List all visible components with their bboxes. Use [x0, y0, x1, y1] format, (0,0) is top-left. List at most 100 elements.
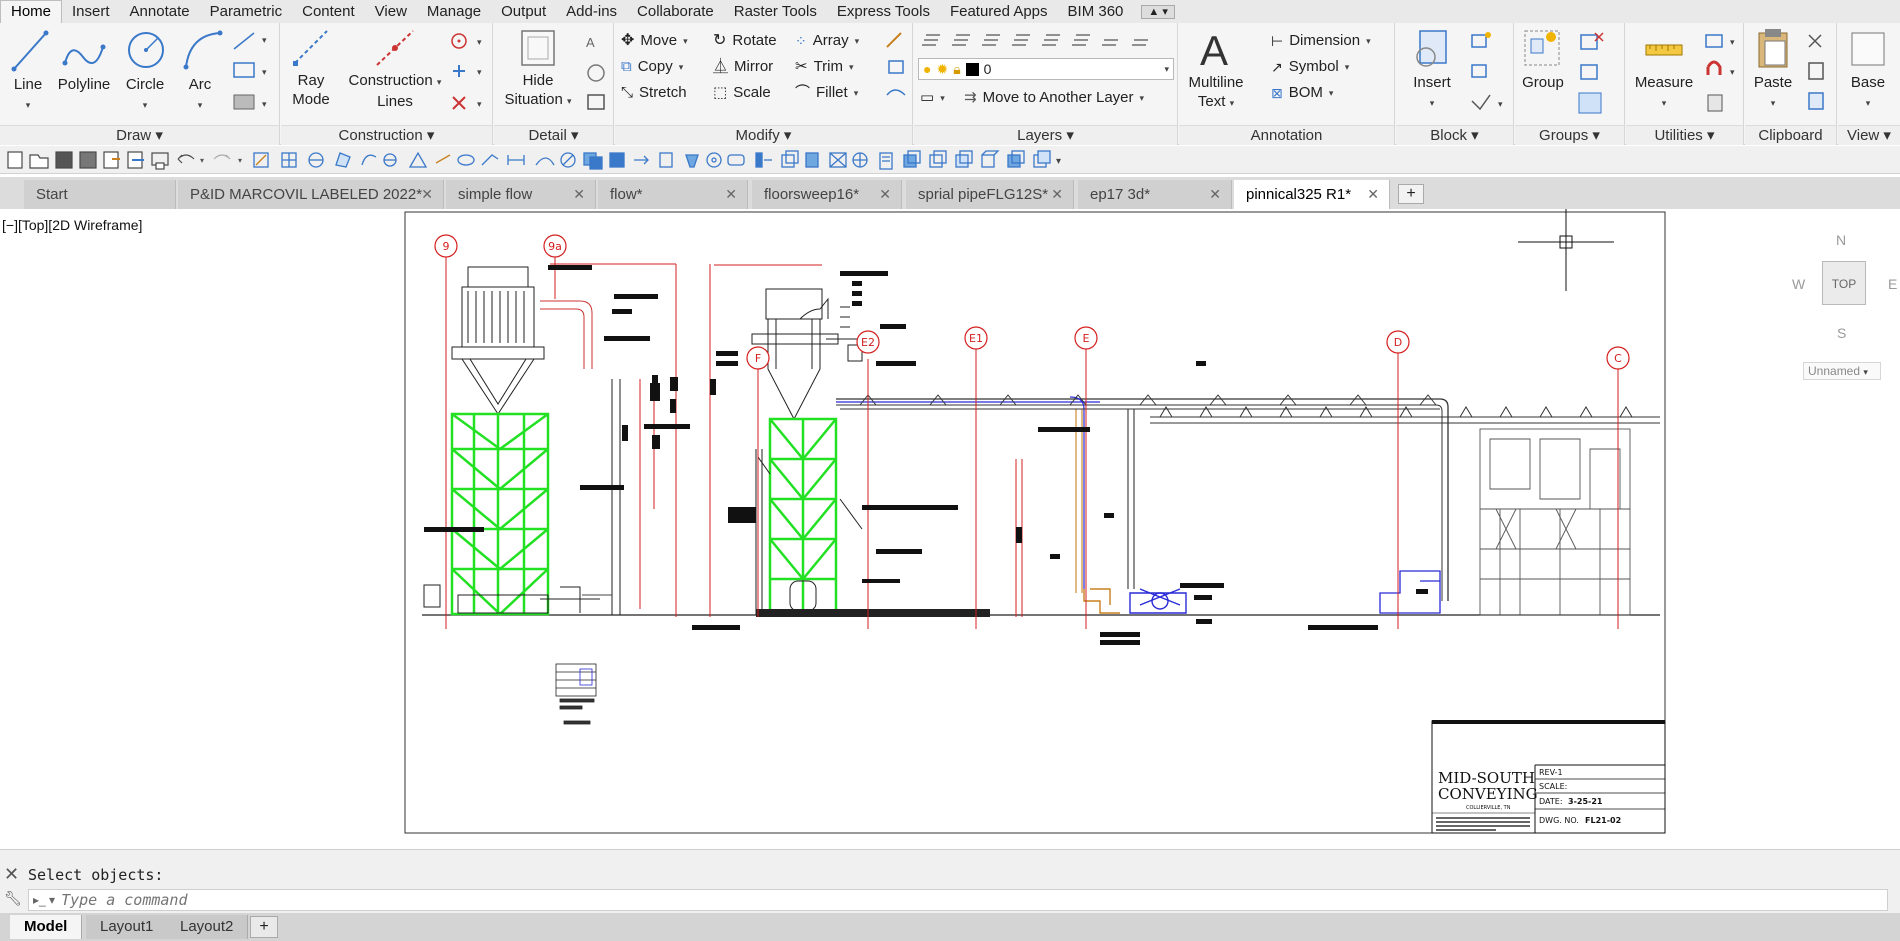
symbol-button[interactable]: ↗ Symbol ▾ — [1271, 54, 1349, 80]
compass-north[interactable]: N — [1836, 232, 1846, 248]
copy-button[interactable]: ⧉ Copy ▾ — [621, 54, 683, 80]
construction-tools-icon[interactable]: ▾ ▾ ▾ — [447, 29, 489, 119]
file-tab-floorsweep16[interactable]: floorsweep16* ✕ — [752, 180, 902, 209]
drawing-viewport[interactable]: [−][Top][2D Wireframe] 9 9a F E2 E1 E D … — [0, 209, 1900, 847]
modify-tools-icon[interactable] — [883, 29, 909, 109]
close-icon[interactable]: ✕ — [4, 864, 19, 885]
wrench-icon[interactable]: 🔧︎ — [4, 890, 22, 907]
scale-button[interactable]: ⬚ Scale — [713, 80, 771, 106]
tab-home[interactable]: Home — [0, 0, 63, 23]
tab-parametric[interactable]: Parametric — [200, 1, 293, 23]
tab-insert[interactable]: Insert — [62, 1, 120, 23]
layer-dropdown[interactable]: ● ✹ 🔒︎ 0 ▾ — [918, 58, 1174, 80]
multiline-text-button[interactable]: A Multiline Text ▾ — [1183, 27, 1249, 113]
tab-express-tools[interactable]: Express Tools — [827, 1, 940, 23]
insert-block-button[interactable]: Insert ▾ — [1404, 27, 1460, 113]
stretch-icon: ⤡ — [621, 84, 634, 101]
draw-panel-title[interactable]: Draw ▾ — [0, 125, 279, 145]
tab-annotate[interactable]: Annotate — [120, 1, 200, 23]
ray-mode-button[interactable]: Ray Mode — [285, 27, 337, 109]
viewcube-top-face[interactable]: TOP — [1822, 261, 1866, 305]
close-icon[interactable]: ✕ — [879, 180, 891, 209]
close-icon[interactable]: ✕ — [1209, 180, 1221, 209]
toolbar-icons[interactable]: ▾ ▾ ▾ — [6, 149, 1276, 171]
array-button[interactable]: ⁘ Array ▾ — [795, 28, 859, 54]
utilities-panel-title[interactable]: Utilities ▾ — [1626, 125, 1743, 145]
add-layout-button[interactable]: + — [250, 916, 278, 938]
ucs-dropdown[interactable]: Unnamed ▾ — [1803, 362, 1881, 380]
tab-view[interactable]: View — [365, 1, 417, 23]
file-tab-start[interactable]: Start — [24, 180, 176, 209]
command-prompt-icon[interactable]: ▸_ ▾ — [33, 893, 55, 907]
groups-panel-title[interactable]: Groups ▾ — [1515, 125, 1624, 145]
ribbon-minimize-icon[interactable]: ▲ ▾ — [1141, 4, 1175, 19]
draw-tools-icon[interactable]: ▾ ▾ ▾ — [230, 29, 274, 119]
stretch-button[interactable]: ⤡ Stretch — [621, 80, 687, 106]
tab-layout2[interactable]: Layout2 — [166, 915, 249, 939]
close-icon[interactable]: ✕ — [421, 180, 433, 209]
dimension-button[interactable]: ⊢ Dimension ▾ — [1271, 28, 1371, 54]
trim-button[interactable]: ✂ Trim ▾ — [795, 54, 854, 80]
base-view-button[interactable]: Base ▾ — [1844, 27, 1892, 113]
tab-model[interactable]: Model — [10, 915, 83, 939]
annotation-panel-title[interactable]: Annotation — [1179, 125, 1394, 145]
detail-panel-title[interactable]: Detail ▾ — [494, 125, 613, 145]
utilities-tools-icon[interactable]: ▾▾ — [1702, 29, 1742, 119]
clipboard-tools-icon[interactable] — [1803, 29, 1833, 119]
tab-bim-360[interactable]: BIM 360 — [1058, 1, 1134, 23]
tab-layout1[interactable]: Layout1 — [86, 915, 169, 939]
close-icon[interactable]: ✕ — [573, 180, 585, 209]
new-tab-button[interactable]: + — [1398, 184, 1424, 204]
ribbon-tab-bar: Home Insert Annotate Parametric Content … — [0, 0, 1900, 23]
polyline-button[interactable]: Polyline — [56, 27, 112, 94]
tab-manage[interactable]: Manage — [417, 1, 491, 23]
paste-button[interactable]: Paste ▾ — [1749, 27, 1797, 113]
file-tab-pid-marcovil[interactable]: P&ID MARCOVIL LABELED 2022* ✕ — [178, 180, 444, 209]
file-tab-pinnical325[interactable]: pinnical325 R1* ✕ — [1234, 180, 1390, 209]
move-to-another-layer-button[interactable]: ⇉ Move to Another Layer ▾ — [964, 85, 1144, 111]
view-panel-title[interactable]: View ▾ — [1838, 125, 1900, 145]
close-icon[interactable]: ✕ — [1051, 180, 1063, 209]
fillet-button[interactable]: ⌒ Fillet ▾ — [795, 80, 858, 106]
mirror-button[interactable]: ⏅ Mirror — [713, 54, 773, 80]
block-panel-title[interactable]: Block ▾ — [1396, 125, 1513, 145]
close-icon[interactable]: ✕ — [1367, 180, 1379, 209]
group-button[interactable]: Group — [1519, 27, 1567, 92]
command-input[interactable] — [61, 891, 1762, 909]
viewcube[interactable]: N S W E TOP — [1790, 224, 1900, 364]
file-tab-simple-flow[interactable]: simple flow ✕ — [446, 180, 596, 209]
rotate-button[interactable]: ↻ Rotate — [713, 28, 777, 54]
layer-properties-button[interactable]: ▭ ▾ — [920, 85, 945, 111]
close-icon[interactable]: ✕ — [725, 180, 737, 209]
tab-raster-tools[interactable]: Raster Tools — [724, 1, 827, 23]
block-tools-icon[interactable]: ▾ — [1466, 29, 1510, 119]
move-button[interactable]: ✥ Move ▾ — [621, 28, 688, 54]
circle-button[interactable]: Circle ▾ — [124, 27, 166, 115]
compass-south[interactable]: S — [1837, 325, 1846, 341]
bom-button[interactable]: ⊠ BOM ▾ — [1271, 80, 1333, 106]
drawing-canvas[interactable]: 9 9a F E2 E1 E D C MID-SOUTH CONVEYING C… — [0, 209, 1900, 847]
hide-situation-button[interactable]: Hide Situation ▾ — [498, 27, 578, 111]
line-button[interactable]: Line ▾ — [10, 27, 49, 115]
tab-add-ins[interactable]: Add-ins — [556, 1, 627, 23]
layer-tools-icons[interactable] — [918, 27, 1174, 51]
file-tab-flow[interactable]: flow* ✕ — [598, 180, 748, 209]
file-tab-sprial-pipe[interactable]: sprial pipeFLG12S* ✕ — [906, 180, 1074, 209]
clipboard-panel-title[interactable]: Clipboard — [1745, 125, 1836, 145]
construction-lines-button[interactable]: Construction ▾ Lines — [343, 27, 447, 111]
command-line[interactable]: ▸_ ▾ — [28, 889, 1888, 911]
detail-tools-icon[interactable]: A — [582, 29, 610, 119]
compass-east[interactable]: E — [1888, 276, 1897, 292]
tab-featured-apps[interactable]: Featured Apps — [940, 1, 1058, 23]
arc-button[interactable]: Arc ▾ — [180, 27, 223, 115]
file-tab-ep17-3d[interactable]: ep17 3d* ✕ — [1078, 180, 1232, 209]
measure-button[interactable]: Measure ▾ — [1632, 27, 1696, 113]
tab-content[interactable]: Content — [292, 1, 365, 23]
compass-west[interactable]: W — [1792, 276, 1805, 292]
tab-collaborate[interactable]: Collaborate — [627, 1, 724, 23]
layers-panel-title[interactable]: Layers ▾ — [914, 125, 1177, 145]
tab-output[interactable]: Output — [491, 1, 556, 23]
construction-panel-title[interactable]: Construction ▾ — [281, 125, 492, 145]
groups-tools-icon[interactable] — [1575, 29, 1621, 119]
modify-panel-title[interactable]: Modify ▾ — [615, 125, 912, 145]
